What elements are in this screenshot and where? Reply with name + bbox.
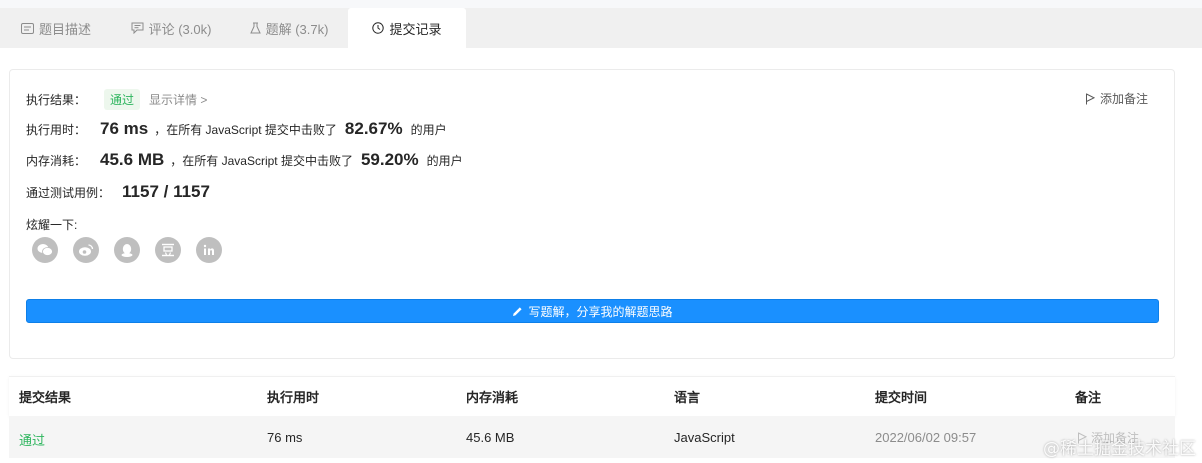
row-result-link[interactable]: 通过 (19, 430, 45, 449)
add-note-button[interactable]: 添加备注 (1085, 90, 1148, 107)
flag-icon (1085, 93, 1095, 104)
qq-icon[interactable] (114, 237, 140, 263)
tab-label: 提交记录 (389, 21, 442, 37)
testcase-row: 通过测试用例： 1157 / 1157 (26, 182, 210, 202)
share-label: 炫耀一下: (26, 218, 78, 232)
status-badge: 通过 (104, 89, 141, 110)
table-header: 提交结果 执行用时 内存消耗 语言 提交时间 备注 (9, 376, 1175, 416)
runtime-suffix: 的用户 (410, 122, 447, 137)
result-card: 执行结果： 通过 显示详情 > 添加备注 执行用时： 76 ms ，在所有 Ja… (9, 69, 1175, 359)
result-label: 执行结果： (26, 93, 87, 107)
memory-value: 45.6 MB (100, 150, 165, 169)
comment-icon (131, 22, 144, 34)
watermark: @稀土掘金技术社区 (1043, 439, 1196, 459)
write-solution-label: 写题解，分享我的解题思路 (528, 304, 673, 319)
description-icon (20, 22, 34, 34)
row-memory: 45.6 MB (466, 430, 515, 445)
runtime-value: 76 ms (100, 119, 149, 138)
row-runtime: 76 ms (267, 430, 303, 445)
runtime-label: 执行用时： (26, 122, 87, 137)
submission-panel: 执行结果： 通过 显示详情 > 添加备注 执行用时： 76 ms ，在所有 Ja… (0, 48, 1202, 463)
testcase-value: 1157 / 1157 (122, 182, 210, 201)
tab-solutions[interactable]: 题解 (3.7k) (230, 8, 348, 48)
show-details-link[interactable]: 显示详情 > (149, 91, 207, 108)
share-label-row: 炫耀一下: (26, 216, 77, 233)
pencil-icon (513, 306, 523, 316)
flask-icon (249, 22, 261, 34)
column-header-time: 提交时间 (875, 390, 928, 405)
column-header-runtime: 执行用时 (267, 390, 320, 405)
wechat-icon[interactable] (32, 237, 58, 263)
testcase-label: 通过测试用例： (26, 185, 111, 200)
tab-description[interactable]: 题目描述 (0, 8, 112, 48)
runtime-row: 执行用时： 76 ms ，在所有 JavaScript 提交中击败了 82.67… (26, 119, 447, 139)
memory-suffix: 的用户 (426, 153, 463, 168)
column-header-result: 提交结果 (19, 390, 72, 405)
tab-bar: 题目描述 评论 (3.0k) 题解 (3.7k) 提交记录 (0, 8, 1202, 48)
row-submit-time: 2022/06/02 09:57 (875, 430, 977, 445)
memory-row: 内存消耗： 45.6 MB ，在所有 JavaScript 提交中击败了 59.… (26, 150, 463, 170)
row-language: JavaScript (674, 430, 735, 445)
runtime-text: ，在所有 JavaScript 提交中击败了 (154, 122, 337, 137)
tab-label: 题解 (3.7k) (265, 21, 329, 37)
column-header-note: 备注 (1075, 390, 1102, 405)
column-header-language: 语言 (674, 390, 701, 405)
memory-text: ，在所有 JavaScript 提交中击败了 (170, 153, 353, 168)
add-note-label: 添加备注 (1099, 92, 1148, 106)
douban-icon[interactable] (155, 237, 181, 263)
runtime-percent: 82.67% (344, 119, 403, 138)
clock-icon (372, 22, 385, 34)
submissions-table: 提交结果 执行用时 内存消耗 语言 提交时间 备注 通过 76 ms 45.6 … (9, 376, 1175, 463)
memory-percent: 59.20% (360, 150, 419, 169)
write-solution-button[interactable]: 写题解，分享我的解题思路 (26, 299, 1159, 323)
column-header-memory: 内存消耗 (466, 390, 519, 405)
tab-comments[interactable]: 评论 (3.0k) (112, 8, 230, 48)
weibo-icon[interactable] (73, 237, 99, 263)
share-buttons (32, 237, 222, 263)
result-row: 执行结果： 通过 显示详情 > (26, 89, 207, 110)
memory-label: 内存消耗： (26, 153, 87, 168)
linkedin-icon[interactable] (196, 237, 222, 263)
tab-submissions[interactable]: 提交记录 (348, 8, 466, 48)
tab-label: 题目描述 (38, 21, 91, 37)
tab-label: 评论 (3.0k) (148, 21, 212, 37)
table-row[interactable]: 通过 76 ms 45.6 MB JavaScript 2022/06/02 0… (9, 416, 1175, 458)
